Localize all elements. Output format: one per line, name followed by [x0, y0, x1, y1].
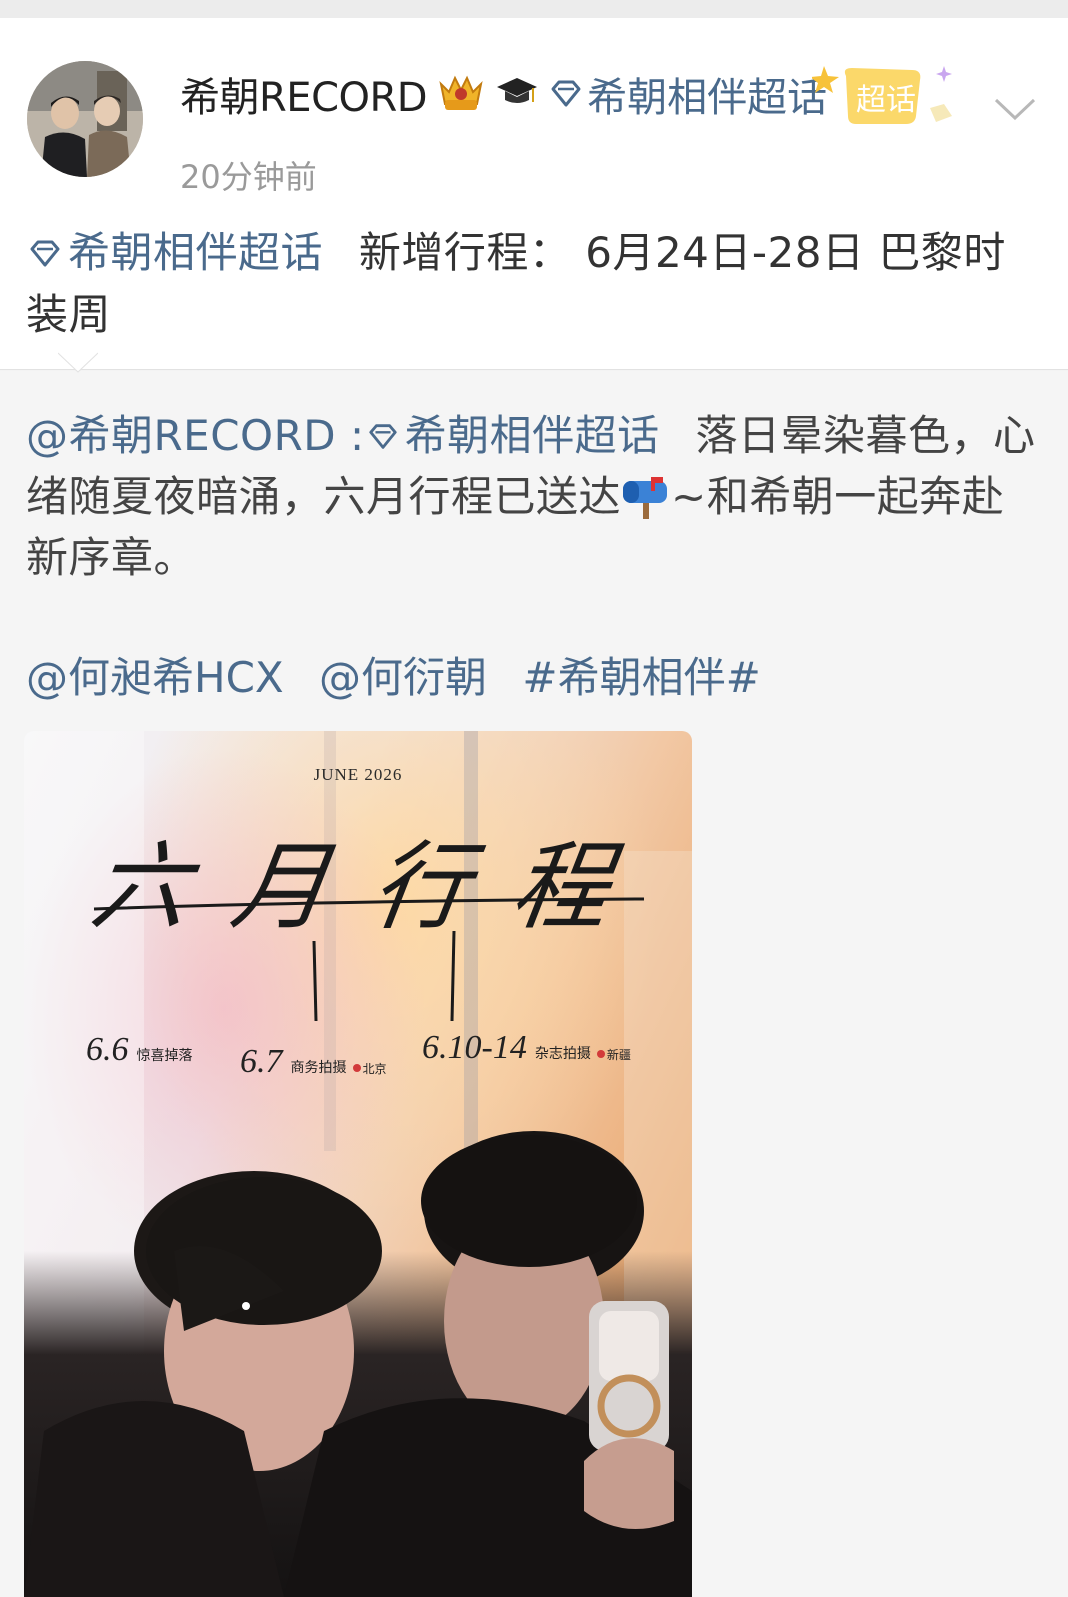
supertopic-diamond-icon — [369, 424, 397, 449]
supertopic-badge[interactable]: 超话 — [810, 58, 967, 138]
weibo-post-card: 希朝RECORD 希朝相伴超话 超话 20分钟前 希朝相伴超话 新增行程： 6月… — [0, 18, 1068, 370]
username-row: 希朝RECORD 希朝相伴超话 — [180, 66, 827, 122]
mention-link[interactable]: @何衍朝 — [319, 653, 487, 702]
poster-brush-strokes — [93, 897, 645, 1022]
repost-author-mention[interactable]: @希朝RECORD — [26, 411, 336, 460]
chevron-down-icon[interactable] — [992, 90, 1038, 128]
supertopic-badge-label: 超话 — [856, 83, 916, 118]
post-topic-link[interactable]: 希朝相伴超话 — [26, 228, 323, 277]
schedule-location: 北京 — [352, 1060, 387, 1077]
repost-notch — [58, 352, 98, 373]
schedule-date: 6.6 — [86, 1031, 129, 1068]
graduation-cap-icon — [495, 74, 539, 114]
post-text: 希朝相伴超话 新增行程： 6月24日-28日 巴黎时装周 — [26, 222, 1036, 346]
supertopic-diamond-icon — [30, 240, 60, 267]
location-pin-icon — [352, 1064, 361, 1072]
repost-text: @希朝RECORD : 希朝相伴超话 落日晕染暮色，心绪随夏夜暗涌，六月行程已送达… — [26, 411, 1036, 582]
schedule-event: 杂志拍摄 — [534, 1047, 591, 1062]
poster-image[interactable]: JUNE 2026 六月行程 6.6 惊喜掉落 6.7 商务拍摄 北京 6.10… — [24, 731, 692, 1597]
supertopic-diamond-icon — [551, 80, 581, 107]
avatar[interactable] — [27, 61, 143, 177]
schedule-date: 6.7 — [240, 1043, 283, 1080]
mailbox-emoji-icon — [623, 477, 668, 519]
schedule-location: 新疆 — [596, 1046, 631, 1063]
username[interactable]: 希朝RECORD — [180, 65, 428, 123]
hashtag-link[interactable]: #希朝相伴# — [522, 653, 760, 702]
schedule-date: 6.10-14 — [422, 1029, 527, 1066]
supertopic-tag-label: 希朝相伴超话 — [587, 75, 828, 121]
mentions-row: @何昶希HCX @何衍朝 #希朝相伴# — [26, 648, 783, 708]
location-pin-icon — [596, 1050, 605, 1058]
schedule-event: 惊喜掉落 — [136, 1049, 193, 1064]
schedule-event: 商务拍摄 — [290, 1061, 347, 1076]
schedule-item: 6.7 商务拍摄 北京 — [240, 1043, 387, 1081]
post-topic-label: 希朝相伴超话 — [68, 228, 324, 277]
supertopic-tag[interactable]: 希朝相伴超话 — [549, 65, 827, 123]
crown-badge-icon — [435, 70, 487, 118]
status-strip — [0, 0, 1068, 18]
post-timestamp: 20分钟前 — [180, 158, 317, 196]
repost-topic-label: 希朝相伴超话 — [404, 411, 660, 460]
repost-topic-link[interactable]: 希朝相伴超话 — [365, 411, 660, 460]
schedule-item: 6.6 惊喜掉落 — [86, 1031, 199, 1069]
schedule-item: 6.10-14 杂志拍摄 新疆 — [422, 1029, 631, 1067]
mention-link[interactable]: @何昶希HCX — [26, 653, 284, 702]
